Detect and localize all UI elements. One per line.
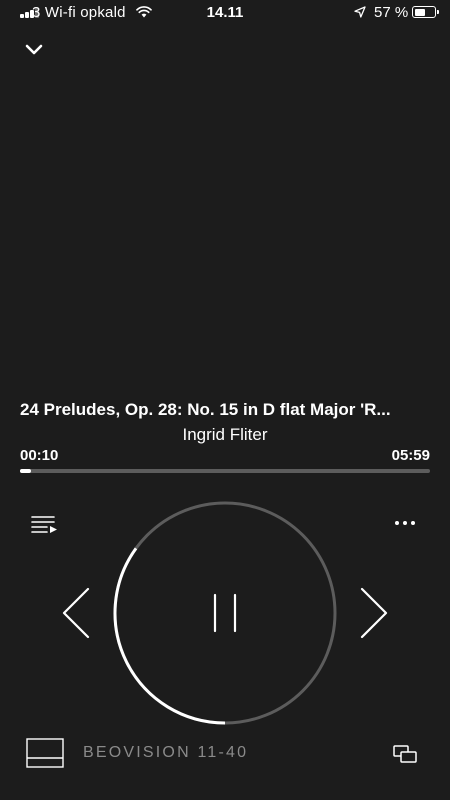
battery-percentage: 57 % — [374, 4, 409, 21]
status-bar: 3 Wi-fi opkald 14.11 57 % — [0, 0, 450, 26]
pause-button[interactable] — [200, 588, 250, 638]
battery-icon — [412, 6, 436, 18]
chevron-left-icon — [62, 587, 90, 639]
more-options-button[interactable] — [390, 512, 420, 532]
track-artist: Ingrid Fliter — [182, 425, 268, 444]
next-track-button[interactable] — [356, 586, 392, 640]
collapse-player-button[interactable] — [22, 40, 46, 60]
chevron-down-icon — [25, 44, 43, 55]
multiroom-button[interactable] — [392, 744, 418, 764]
previous-track-button[interactable] — [58, 586, 94, 640]
pause-icon — [213, 593, 237, 633]
total-time: 05:59 — [391, 447, 430, 464]
more-dots-icon — [395, 521, 415, 525]
location-arrow-icon — [354, 6, 366, 18]
tv-icon — [26, 738, 64, 768]
elapsed-time: 00:10 — [20, 447, 59, 464]
active-device-name[interactable]: BEOVISION 11-40 — [83, 744, 248, 762]
track-title: 24 Preludes, Op. 28: No. 15 in D flat Ma… — [20, 400, 391, 419]
multiroom-icon — [393, 745, 417, 763]
battery-tip — [437, 10, 439, 14]
seek-bar-progress — [20, 469, 32, 473]
battery-level — [414, 8, 425, 16]
chevron-right-icon — [360, 587, 388, 639]
queue-button[interactable] — [30, 514, 58, 534]
seek-bar[interactable] — [20, 469, 430, 473]
